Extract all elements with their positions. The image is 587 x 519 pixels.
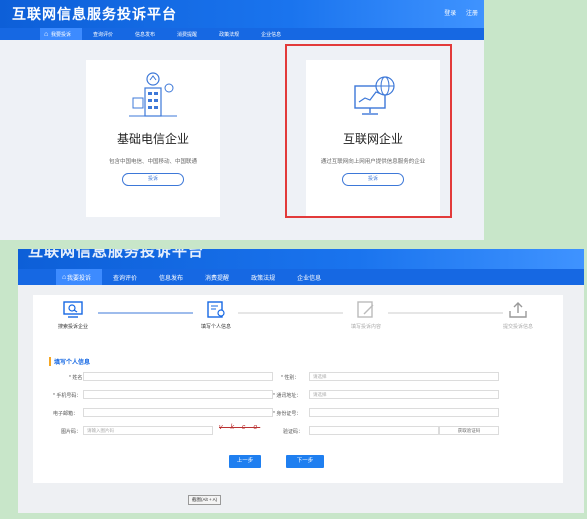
app-title: 互联网信息服务投诉平台 (28, 249, 205, 260)
nav-query[interactable]: 查询评价 (102, 269, 148, 285)
nav-info[interactable]: 信息发布 (148, 269, 194, 285)
screenshot-personal-info: 互联网信息服务投诉平台 ⌂ 我要投诉 查询评价 信息发布 消费提醒 政策法规 企… (18, 249, 584, 513)
register-link[interactable]: 注册 (466, 11, 478, 17)
nav-consumer[interactable]: 消费提醒 (166, 28, 208, 40)
name-input[interactable] (83, 372, 273, 381)
monitor-search-icon (63, 301, 83, 318)
step-submit: 提交投诉信息 (488, 301, 548, 330)
highlight-box (285, 44, 452, 218)
main-nav: ⌂ 我要投诉 查询评价 信息发布 消费提醒 政策法规 企业信息 (0, 28, 484, 40)
captcha-input[interactable]: 请输入图片码 (83, 426, 213, 435)
captcha-label: 图片码： (61, 429, 82, 435)
step-search: 搜索投诉企业 (43, 301, 103, 330)
get-code-button[interactable]: 获取验证码 (439, 426, 499, 435)
nav-policy[interactable]: 政策法规 (240, 269, 286, 285)
step-content: 填写投诉内容 (336, 301, 396, 330)
login-link[interactable]: 登录 (444, 11, 456, 17)
edit-icon (357, 301, 374, 318)
section-title: 填写个人信息 (49, 357, 90, 366)
top-header: 互联网信息服务投诉平台 登录 注册 (0, 0, 484, 28)
main-nav: ⌂ 我要投诉 查询评价 信息发布 消费提醒 政策法规 企业信息 (18, 269, 584, 285)
nav-consumer[interactable]: 消费提醒 (194, 269, 240, 285)
sms-label: 验证码： (283, 429, 304, 435)
idcard-label: * 身份证号： (273, 411, 302, 417)
card-title: 基础电信企业 (116, 132, 189, 146)
nav-company[interactable]: 企业信息 (286, 269, 332, 285)
email-label: 电子邮箱： (53, 411, 79, 417)
complain-button[interactable]: 投诉 (122, 173, 184, 186)
phone-input[interactable] (83, 390, 273, 399)
nav-company[interactable]: 企业信息 (250, 28, 292, 40)
prev-button[interactable]: 上一步 (229, 455, 261, 468)
top-header: 互联网信息服务投诉平台 (18, 249, 584, 269)
card-desc: 包含中国电信、中国移动、中国联通 (108, 159, 197, 165)
screenshot-hint: 截图(Alt + A) (188, 495, 222, 505)
nav-query[interactable]: 查询评价 (82, 28, 124, 40)
form-user-icon (207, 301, 225, 318)
email-input[interactable] (83, 408, 273, 417)
nav-info[interactable]: 信息发布 (124, 28, 166, 40)
app-title: 互联网信息服务投诉平台 (12, 6, 177, 22)
header-links: 登录 注册 (436, 8, 478, 17)
gender-label: * 性别： (281, 375, 300, 381)
address-select[interactable]: 请选择 (309, 390, 499, 399)
home-icon[interactable]: ⌂ (44, 31, 48, 38)
form-panel: 搜索投诉企业 填写个人信息 填写投诉内容 提交投诉信息 填写个人信息 * 姓名：… (33, 295, 563, 483)
next-button[interactable]: 下一步 (286, 455, 324, 468)
phone-label: * 手机号码： (53, 393, 82, 399)
gender-select[interactable]: 请选择 (309, 372, 499, 381)
building-icon (123, 72, 183, 122)
screenshot-company-select: 互联网信息服务投诉平台 登录 注册 ⌂ 我要投诉 查询评价 信息发布 消费提醒 … (0, 0, 484, 240)
idcard-input[interactable] (309, 408, 499, 417)
upload-icon (509, 302, 527, 318)
captcha-image[interactable]: v k c o (219, 424, 271, 436)
sms-input[interactable] (309, 426, 439, 435)
nav-policy[interactable]: 政策法规 (208, 28, 250, 40)
step-personal: 填写个人信息 (186, 301, 246, 330)
home-icon[interactable]: ⌂ (62, 274, 66, 281)
address-label: * 通讯地址： (273, 393, 302, 399)
card-telecom: 基础电信企业 包含中国电信、中国移动、中国联通 投诉 (86, 60, 220, 217)
